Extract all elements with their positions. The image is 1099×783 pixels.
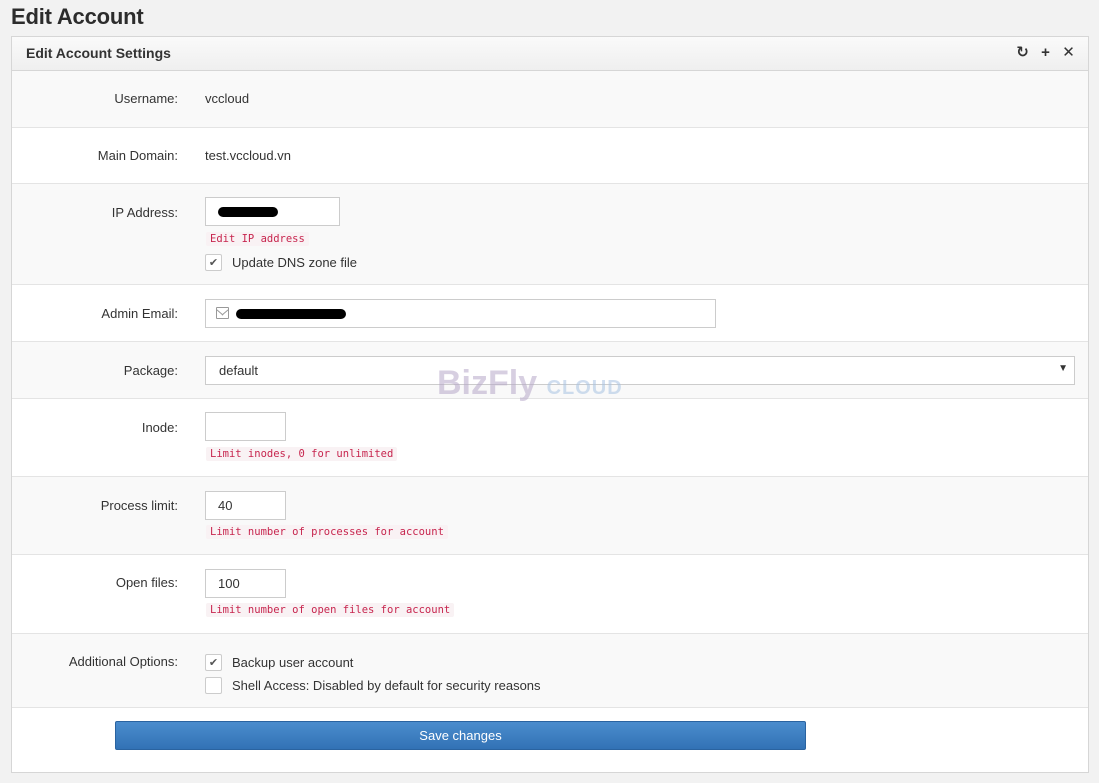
package-selected: default (219, 363, 259, 378)
admin-email-row: Admin Email: (12, 285, 1088, 342)
open-files-row: Open files: 100 Limit number of open fil… (12, 555, 1088, 634)
process-limit-value: 40 (218, 498, 233, 513)
update-dns-label: Update DNS zone file (232, 254, 358, 270)
shell-access-option: Shell Access: Disabled by default for se… (205, 676, 541, 694)
refresh-icon[interactable]: ↻ (1015, 44, 1030, 62)
additional-options-row: Additional Options: ✔ Backup user accoun… (12, 634, 1088, 708)
username-value: vccloud (205, 91, 250, 106)
ip-address-row: IP Address: Edit IP address ✔ Update DNS… (12, 184, 1088, 285)
process-limit-row: Process limit: 40 Limit number of proces… (12, 477, 1088, 555)
save-changes-button[interactable]: Save changes (115, 721, 806, 750)
process-limit-label: Process limit: (100, 498, 178, 513)
main-domain-label: Main Domain: (97, 148, 178, 163)
chevron-down-icon: ▼ (1058, 363, 1068, 374)
ip-address-label: IP Address: (111, 205, 178, 220)
package-select[interactable]: default ▼ (205, 356, 1075, 385)
additional-options-label: Additional Options: (68, 654, 178, 669)
open-files-value: 100 (218, 576, 240, 591)
inode-label: Inode: (141, 420, 178, 435)
username-row: Username: vccloud (12, 71, 1088, 128)
username-label: Username: (114, 91, 178, 106)
open-files-label: Open files: (115, 575, 178, 590)
backup-option: ✔ Backup user account (205, 653, 353, 671)
admin-email-input[interactable] (205, 299, 716, 328)
update-dns-option: ✔ Update DNS zone file (205, 253, 357, 271)
backup-label: Backup user account (232, 654, 354, 670)
panel-title: Edit Account Settings (26, 45, 171, 61)
process-limit-input[interactable]: 40 (205, 491, 286, 520)
panel-header: Edit Account Settings ↻ + ✕ (12, 37, 1088, 71)
plus-icon[interactable]: + (1038, 44, 1053, 62)
inode-input[interactable] (205, 412, 286, 441)
ip-address-hint: Edit IP address (206, 232, 309, 246)
main-domain-value: test.vccloud.vn (205, 148, 291, 163)
redacted-email-value (236, 309, 346, 319)
package-label: Package: (123, 363, 178, 378)
process-limit-hint: Limit number of processes for account (206, 525, 448, 539)
backup-checkbox[interactable]: ✔ (205, 653, 222, 671)
shell-access-checkbox[interactable] (205, 676, 222, 694)
open-files-hint: Limit number of open files for account (206, 603, 455, 617)
page-title: Edit Account (11, 4, 144, 29)
open-files-input[interactable]: 100 (205, 569, 286, 598)
shell-access-label: Shell Access: Disabled by default for se… (232, 677, 541, 693)
ip-address-input[interactable] (205, 197, 340, 226)
main-domain-row: Main Domain: test.vccloud.vn (12, 128, 1088, 184)
inode-row: Inode: Limit inodes, 0 for unlimited (12, 399, 1088, 477)
panel-tools: ↻ + ✕ (1015, 44, 1076, 62)
admin-email-label: Admin Email: (101, 306, 178, 321)
edit-account-panel: Edit Account Settings ↻ + ✕ Username: vc… (11, 36, 1089, 773)
redacted-ip-value (218, 207, 278, 217)
package-row: Package: default ▼ (12, 342, 1088, 399)
envelope-icon (216, 307, 229, 319)
inode-hint: Limit inodes, 0 for unlimited (206, 447, 398, 461)
close-icon[interactable]: ✕ (1061, 44, 1076, 62)
update-dns-checkbox[interactable]: ✔ (205, 253, 222, 271)
